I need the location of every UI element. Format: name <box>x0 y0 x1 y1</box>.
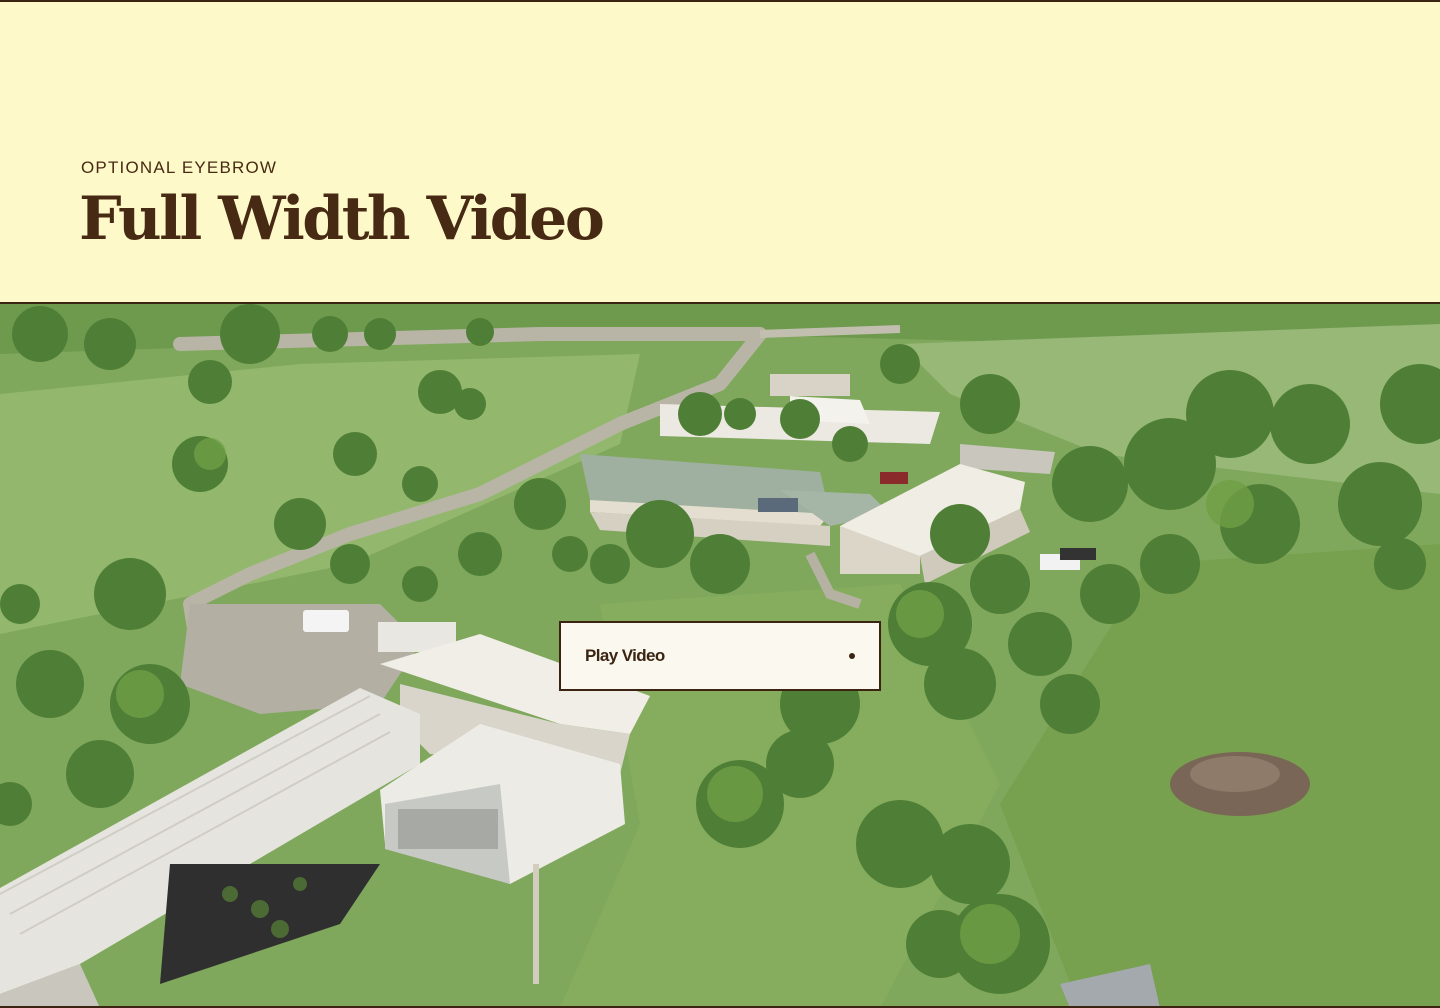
dot-icon <box>849 653 855 659</box>
video-player[interactable]: Play Video <box>0 304 1440 1008</box>
hero-header: OPTIONAL EYEBROW Full Width Video <box>0 0 1440 304</box>
play-video-label: Play Video <box>585 646 665 665</box>
eyebrow: OPTIONAL EYEBROW <box>81 158 278 177</box>
page: OPTIONAL EYEBROW Full Width Video Play V… <box>0 0 1440 1008</box>
page-title: Full Width Video <box>79 184 605 254</box>
play-video-button[interactable]: Play Video <box>559 621 881 691</box>
